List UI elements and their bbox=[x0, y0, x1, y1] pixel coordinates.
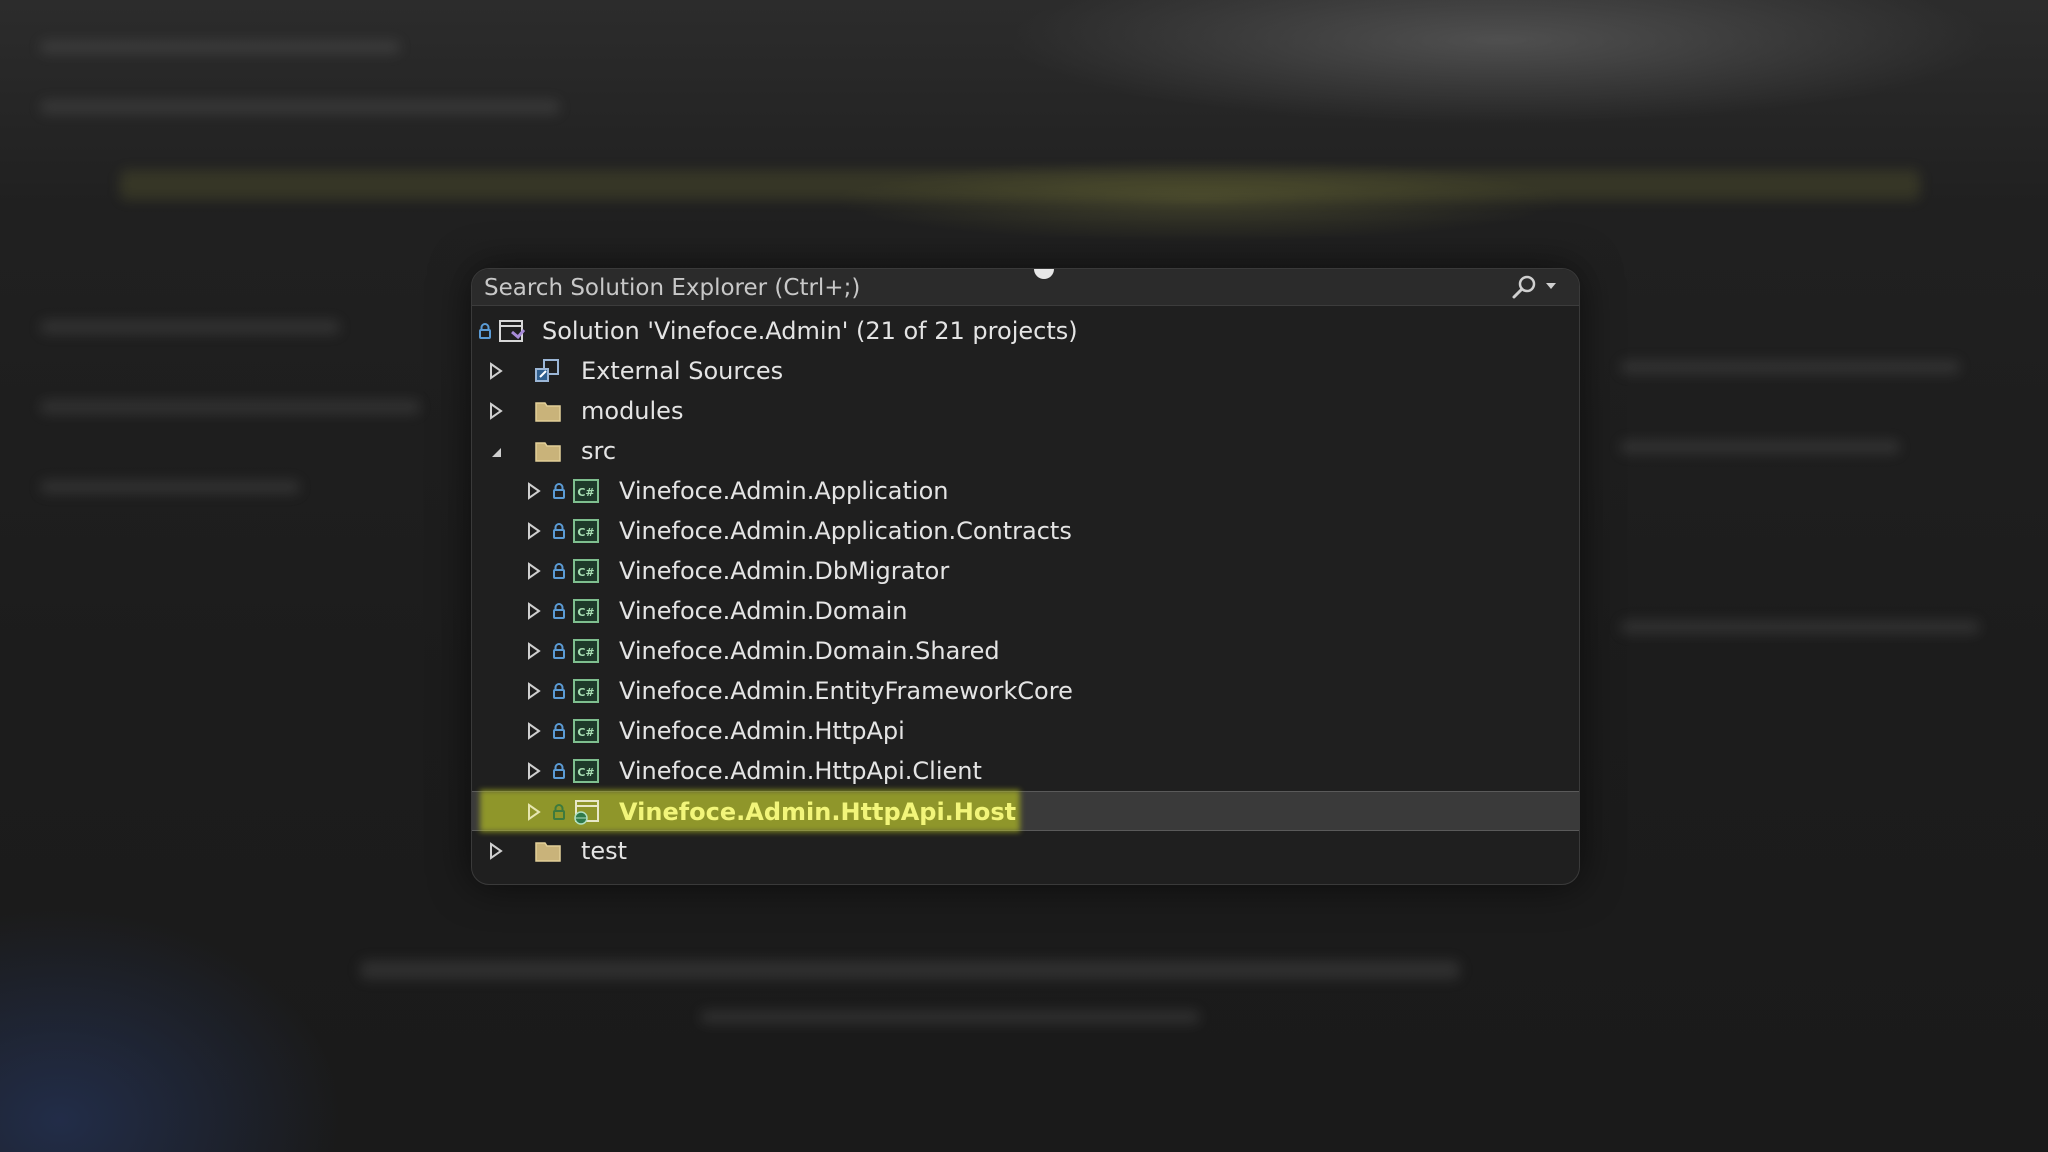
tree-row-project[interactable]: C# Vinefoce.Admin.HttpApi.Client bbox=[472, 751, 1579, 791]
tree-item-label: modules bbox=[581, 397, 684, 425]
lock-icon bbox=[553, 523, 565, 539]
tree-row-project[interactable]: C# Vinefoce.Admin.Application bbox=[472, 471, 1579, 511]
resize-grip bbox=[1034, 269, 1054, 279]
tree-item-label: Vinefoce.Admin.HttpApi.Host bbox=[619, 798, 1017, 826]
lock-icon bbox=[553, 683, 565, 699]
blurred-text bbox=[1620, 440, 1900, 454]
csharp-project-icon: C# bbox=[573, 479, 599, 503]
web-project-icon bbox=[574, 800, 599, 825]
tree-row-src[interactable]: src bbox=[472, 431, 1579, 471]
csharp-project-icon: C# bbox=[573, 559, 599, 583]
tree-row-test[interactable]: test bbox=[472, 831, 1579, 871]
tree-item-label: Vinefoce.Admin.EntityFrameworkCore bbox=[619, 677, 1073, 705]
blurred-text bbox=[1620, 620, 1980, 634]
tree-item-label: src bbox=[581, 437, 617, 465]
solution-label: Solution 'Vinefoce.Admin' (21 of 21 proj… bbox=[542, 317, 1078, 345]
svg-text:C#: C# bbox=[577, 526, 594, 539]
search-bar[interactable]: Search Solution Explorer (Ctrl+;) bbox=[472, 269, 1579, 306]
blurred-text bbox=[40, 400, 420, 414]
svg-text:C#: C# bbox=[577, 566, 594, 579]
csharp-project-icon: C# bbox=[573, 599, 599, 623]
svg-text:C#: C# bbox=[577, 606, 594, 619]
csharp-project-icon: C# bbox=[573, 759, 599, 783]
folder-icon bbox=[535, 402, 561, 422]
external-sources-icon bbox=[535, 359, 559, 382]
tree-item-label: Vinefoce.Admin.HttpApi bbox=[619, 717, 905, 745]
tree-row-project[interactable]: C# Vinefoce.Admin.Application.Contracts bbox=[472, 511, 1579, 551]
tree-row-modules[interactable]: modules bbox=[472, 391, 1579, 431]
lock-icon bbox=[553, 483, 565, 499]
tree-row-project[interactable]: C# Vinefoce.Admin.HttpApi bbox=[472, 711, 1579, 751]
expand-arrow-icon[interactable] bbox=[488, 402, 504, 420]
tree-item-label: Vinefoce.Admin.Application.Contracts bbox=[619, 517, 1072, 545]
tree-row-external-sources[interactable]: External Sources bbox=[472, 351, 1579, 391]
search-icon[interactable] bbox=[1510, 274, 1538, 300]
expand-arrow-icon[interactable] bbox=[526, 762, 542, 780]
blurred-text bbox=[40, 480, 300, 494]
tree-row-project[interactable]: C# Vinefoce.Admin.Domain.Shared bbox=[472, 631, 1579, 671]
blurred-text bbox=[1620, 360, 1960, 374]
lock-icon bbox=[553, 603, 565, 619]
expand-arrow-icon[interactable] bbox=[526, 562, 542, 580]
folder-icon bbox=[535, 442, 561, 462]
solution-icon bbox=[499, 320, 526, 342]
expand-arrow-icon[interactable] bbox=[526, 722, 542, 740]
csharp-project-icon: C# bbox=[573, 519, 599, 543]
blurred-text bbox=[360, 960, 1460, 980]
svg-text:C#: C# bbox=[577, 486, 594, 499]
tree-row-solution[interactable]: Solution 'Vinefoce.Admin' (21 of 21 proj… bbox=[472, 311, 1579, 351]
blurred-text bbox=[120, 170, 1920, 200]
folder-icon bbox=[535, 842, 561, 862]
tree-row-project[interactable]: C# Vinefoce.Admin.Domain bbox=[472, 591, 1579, 631]
tree-item-label: Vinefoce.Admin.Application bbox=[619, 477, 949, 505]
blurred-text bbox=[40, 100, 560, 114]
svg-text:C#: C# bbox=[577, 766, 594, 779]
csharp-project-icon: C# bbox=[573, 639, 599, 663]
expand-arrow-icon[interactable] bbox=[526, 522, 542, 540]
tree-item-label: Vinefoce.Admin.HttpApi.Client bbox=[619, 757, 982, 785]
blurred-text bbox=[40, 40, 400, 54]
tree-item-label: External Sources bbox=[581, 357, 784, 385]
search-input[interactable]: Search Solution Explorer (Ctrl+;) bbox=[484, 275, 860, 301]
svg-text:C#: C# bbox=[577, 726, 594, 739]
tree-row-project[interactable]: C# Vinefoce.Admin.DbMigrator bbox=[472, 551, 1579, 591]
lock-icon bbox=[553, 804, 565, 820]
lock-icon bbox=[553, 563, 565, 579]
expand-arrow-icon[interactable] bbox=[488, 362, 504, 380]
tree-item-label: Vinefoce.Admin.DbMigrator bbox=[619, 557, 950, 585]
tree-item-label: Vinefoce.Admin.Domain.Shared bbox=[619, 637, 1000, 665]
tree-item-label: Vinefoce.Admin.Domain bbox=[619, 597, 908, 625]
tree-item-label: test bbox=[581, 837, 628, 865]
lock-icon bbox=[553, 643, 565, 659]
expand-arrow-icon[interactable] bbox=[526, 642, 542, 660]
expand-arrow-icon[interactable] bbox=[526, 602, 542, 620]
csharp-project-icon: C# bbox=[573, 719, 599, 743]
collapse-arrow-icon[interactable] bbox=[488, 442, 504, 460]
lock-icon bbox=[479, 323, 491, 339]
svg-text:C#: C# bbox=[577, 686, 594, 699]
csharp-project-icon: C# bbox=[573, 679, 599, 703]
tree-row-project[interactable]: C# Vinefoce.Admin.EntityFrameworkCore bbox=[472, 671, 1579, 711]
lock-icon bbox=[553, 763, 565, 779]
tree-row-project-selected[interactable]: Vinefoce.Admin.HttpApi.Host bbox=[472, 790, 1579, 832]
lock-icon bbox=[553, 723, 565, 739]
blurred-text bbox=[40, 320, 340, 334]
chevron-down-icon[interactable] bbox=[1544, 279, 1558, 293]
expand-arrow-icon[interactable] bbox=[526, 682, 542, 700]
blurred-text bbox=[700, 1010, 1200, 1024]
svg-text:C#: C# bbox=[577, 646, 594, 659]
expand-arrow-icon[interactable] bbox=[526, 803, 542, 821]
expand-arrow-icon[interactable] bbox=[488, 842, 504, 860]
expand-arrow-icon[interactable] bbox=[526, 482, 542, 500]
solution-explorer-panel: Search Solution Explorer (Ctrl+;) Soluti… bbox=[471, 268, 1580, 885]
